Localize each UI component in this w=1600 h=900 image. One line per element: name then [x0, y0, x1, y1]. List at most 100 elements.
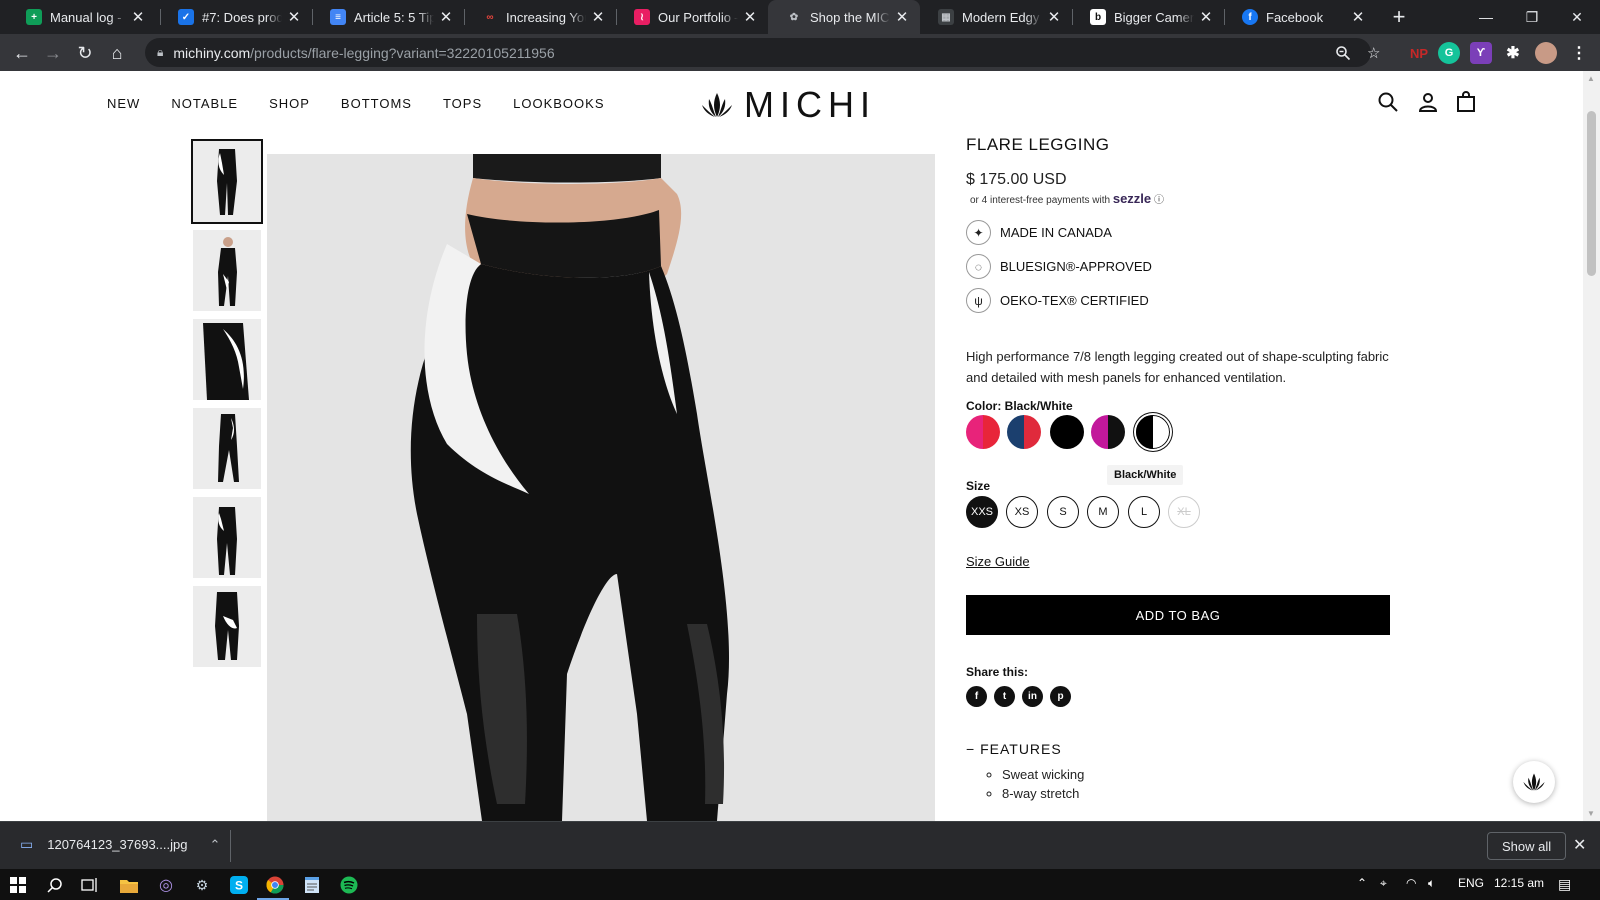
- color-swatch-magenta-black[interactable]: [1091, 415, 1125, 449]
- close-tab-icon[interactable]: ✕: [438, 8, 454, 26]
- tab-0[interactable]: + Manual log - Go ✕: [8, 0, 156, 34]
- tab-5-active[interactable]: ✿ Shop the MICHI ✕: [768, 0, 920, 34]
- thumbnail-4[interactable]: [193, 408, 261, 489]
- color-swatch-pink-red[interactable]: [966, 415, 1000, 449]
- chrome-icon[interactable]: [264, 874, 286, 896]
- close-tab-icon[interactable]: ✕: [590, 8, 606, 26]
- language-indicator[interactable]: ENG: [1458, 876, 1484, 890]
- nav-bottoms[interactable]: BOTTOMS: [341, 96, 412, 111]
- shopping-bag-icon[interactable]: [1454, 90, 1478, 114]
- close-shelf-icon[interactable]: ✕: [1573, 835, 1586, 855]
- search-icon[interactable]: [1376, 90, 1400, 114]
- page-scrollbar[interactable]: ▲ ▼: [1583, 71, 1600, 821]
- twitter-share-icon[interactable]: t: [994, 686, 1015, 707]
- thumbnail-2[interactable]: [193, 230, 261, 311]
- close-tab-icon[interactable]: ✕: [742, 8, 758, 26]
- tab-8[interactable]: f Facebook ✕: [1224, 0, 1376, 34]
- menu-dots-icon[interactable]: ⋮: [1568, 42, 1590, 64]
- zoom-icon[interactable]: [1335, 38, 1351, 67]
- nav-tops[interactable]: TOPS: [443, 96, 482, 111]
- spotify-icon[interactable]: [338, 874, 360, 896]
- forward-arrow-icon[interactable]: →: [39, 39, 67, 67]
- tab-7[interactable]: b Bigger Camera B ✕: [1072, 0, 1224, 34]
- profile-avatar[interactable]: [1535, 42, 1557, 64]
- scroll-down-icon[interactable]: ▼: [1587, 809, 1595, 818]
- close-window-button[interactable]: ✕: [1554, 0, 1600, 34]
- tab-3[interactable]: ∞ Increasing Your ✕: [464, 0, 616, 34]
- add-to-bag-button[interactable]: ADD TO BAG: [966, 595, 1390, 635]
- color-swatch-black[interactable]: [1050, 415, 1084, 449]
- nav-lookbooks[interactable]: LOOKBOOKS: [513, 96, 604, 111]
- sezzle-logo[interactable]: sezzle: [1113, 191, 1151, 206]
- chevron-up-icon[interactable]: ⌃: [209, 837, 220, 853]
- search-icon[interactable]: [44, 874, 66, 896]
- tab-2[interactable]: ≡ Article 5: 5 Tips ✕: [312, 0, 464, 34]
- linkedin-share-icon[interactable]: in: [1022, 686, 1043, 707]
- skype-icon[interactable]: S: [228, 874, 250, 896]
- new-tab-button[interactable]: +: [1386, 3, 1412, 31]
- steam-icon[interactable]: ⚙: [191, 874, 213, 896]
- scroll-up-icon[interactable]: ▲: [1587, 74, 1595, 83]
- close-tab-icon[interactable]: ✕: [286, 8, 302, 26]
- size-l[interactable]: L: [1128, 496, 1160, 528]
- minimize-button[interactable]: —: [1463, 0, 1509, 34]
- puzzle-extensions-icon[interactable]: ✱: [1502, 42, 1524, 64]
- maximize-button[interactable]: ❐: [1509, 0, 1555, 34]
- notifications-icon[interactable]: ▤: [1558, 876, 1571, 893]
- features-toggle[interactable]: − FEATURES: [966, 741, 1062, 757]
- account-icon[interactable]: [1416, 90, 1440, 114]
- pinterest-share-icon[interactable]: p: [1050, 686, 1071, 707]
- close-tab-icon[interactable]: ✕: [894, 8, 910, 26]
- wifi-icon[interactable]: ◠: [1406, 876, 1416, 890]
- thumbnail-1[interactable]: [191, 139, 263, 224]
- main-product-image[interactable]: [267, 154, 935, 821]
- grammarly-extension-icon[interactable]: G: [1438, 42, 1460, 64]
- download-item[interactable]: ▭ 120764123_37693....jpg ⌃: [20, 836, 220, 853]
- close-tab-icon[interactable]: ✕: [1198, 8, 1214, 26]
- task-view-icon[interactable]: [79, 874, 101, 896]
- nav-notable[interactable]: NOTABLE: [171, 96, 238, 111]
- nav-shop[interactable]: SHOP: [269, 96, 310, 111]
- windows-start-icon[interactable]: [7, 874, 29, 896]
- home-icon[interactable]: ⌂: [103, 39, 131, 67]
- tray-chevron-up-icon[interactable]: ⌃: [1357, 876, 1367, 890]
- notepad-icon[interactable]: [301, 874, 323, 896]
- show-all-button[interactable]: Show all: [1487, 832, 1567, 860]
- close-tab-icon[interactable]: ✕: [130, 8, 146, 26]
- extension-icon[interactable]: ϒ: [1470, 42, 1492, 64]
- nav-new[interactable]: NEW: [107, 96, 140, 111]
- thumbnail-3[interactable]: [193, 319, 261, 400]
- size-s[interactable]: S: [1047, 496, 1079, 528]
- thumbnail-5[interactable]: [193, 497, 261, 578]
- scrollbar-thumb[interactable]: [1587, 111, 1596, 276]
- close-tab-icon[interactable]: ✕: [1046, 8, 1062, 26]
- clock[interactable]: 12:15 am: [1494, 876, 1544, 890]
- size-xxs[interactable]: XXS: [966, 496, 998, 528]
- size-xs[interactable]: XS: [1006, 496, 1038, 528]
- thumbnail-6[interactable]: [193, 586, 261, 667]
- product-price: $ 175.00 USD: [966, 171, 1067, 188]
- chat-widget-button[interactable]: [1513, 761, 1555, 803]
- size-m[interactable]: M: [1087, 496, 1119, 528]
- close-tab-icon[interactable]: ✕: [1350, 8, 1366, 26]
- volume-icon[interactable]: 🔈︎: [1428, 876, 1435, 891]
- facebook-share-icon[interactable]: f: [966, 686, 987, 707]
- reload-icon[interactable]: ↻: [71, 39, 99, 67]
- bookmark-star-icon[interactable]: ☆: [1367, 38, 1380, 67]
- tab-6[interactable]: ▦ Modern Edgy Es ✕: [920, 0, 1072, 34]
- file-explorer-icon[interactable]: [118, 874, 140, 896]
- site-logo[interactable]: MICHI: [700, 84, 876, 126]
- color-swatch-black-white[interactable]: [1136, 415, 1170, 449]
- logo-wordmark: MICHI: [744, 84, 876, 125]
- network-icon[interactable]: ⌖: [1380, 876, 1387, 891]
- tab-4[interactable]: ≀ Our Portfolio – V ✕: [616, 0, 768, 34]
- color-swatch-navy-red[interactable]: [1007, 415, 1041, 449]
- tab-1[interactable]: ✓ #7: Does produc ✕: [160, 0, 312, 34]
- back-arrow-icon[interactable]: ←: [8, 39, 36, 67]
- size-xl-unavailable[interactable]: XL: [1168, 496, 1200, 528]
- size-guide-link[interactable]: Size Guide: [966, 554, 1030, 569]
- viber-icon[interactable]: ◎: [155, 874, 177, 896]
- np-extension-icon[interactable]: NP: [1408, 42, 1430, 64]
- info-icon[interactable]: ⓘ: [1154, 195, 1164, 206]
- address-bar[interactable]: 🔒︎ michiny.com/products/flare-legging?va…: [145, 38, 1380, 67]
